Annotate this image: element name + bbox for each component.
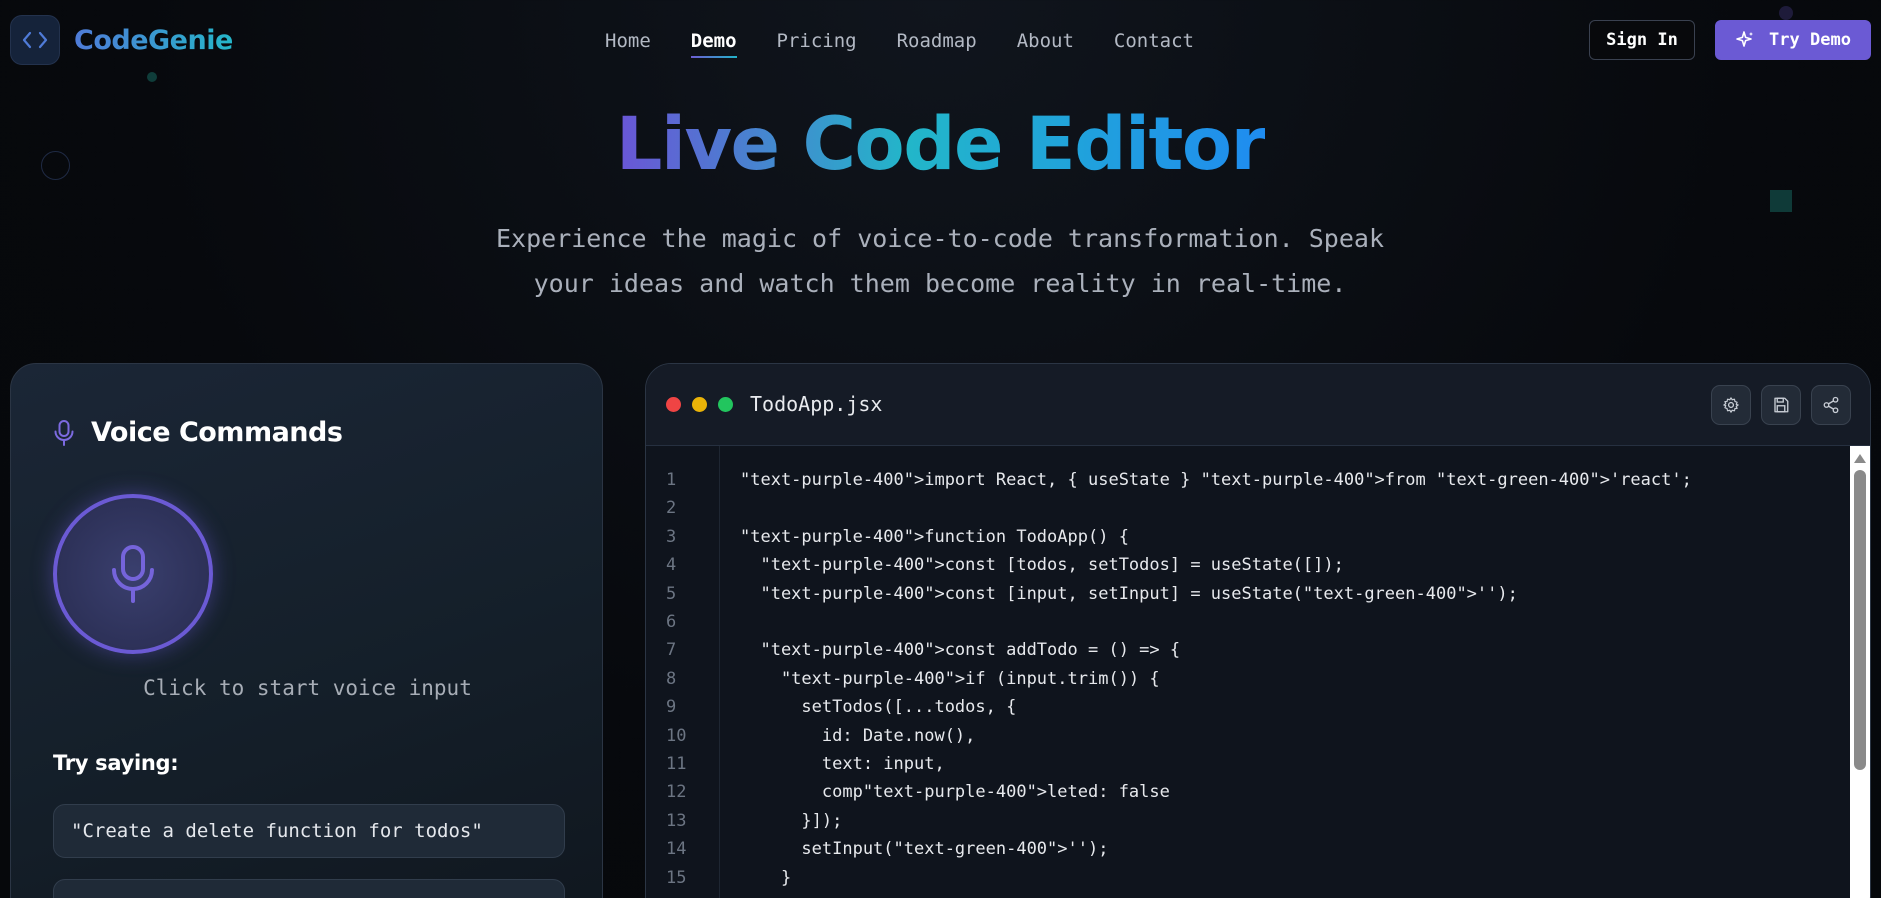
main-nav: Home Demo Pricing Roadmap About Contact (605, 30, 1194, 58)
line-number: 11 (666, 754, 687, 774)
decorative-dot (147, 72, 157, 82)
line-number: 7 (666, 640, 677, 661)
nav-item-contact[interactable]: Contact (1114, 30, 1194, 56)
line-number: 9 (666, 697, 677, 718)
code-line: text: input, (740, 754, 945, 774)
code-line: setInput("text-green-400">''); (740, 839, 1109, 860)
brand-name: CodeGenie (74, 24, 233, 56)
code-brackets-icon (10, 15, 60, 65)
nav-item-roadmap[interactable]: Roadmap (897, 30, 977, 56)
decorative-square (1770, 190, 1792, 212)
line-number: 1 (666, 470, 677, 490)
suggestion-item[interactable]: "Add a search input field" (53, 879, 565, 898)
nav-item-home[interactable]: Home (605, 30, 651, 56)
code-line: } (740, 867, 792, 888)
try-demo-label: Try Demo (1769, 30, 1851, 50)
page-title: Live Code Editor (615, 102, 1267, 187)
scrollbar-thumb[interactable] (1854, 470, 1866, 770)
code-editor-panel: TodoApp.jsx 1 2 3 4 5 6 7 8 9 10 11 12 13 14 (645, 363, 1871, 898)
code-line: "text-purple-400">function TodoApp() { (740, 526, 1129, 547)
voice-input-hint: Click to start voice input (143, 676, 472, 700)
suggestion-item[interactable]: "Create a delete function for todos" (53, 804, 565, 858)
nav-item-pricing[interactable]: Pricing (777, 30, 857, 56)
line-number: 3 (666, 526, 677, 547)
line-number: 6 (666, 612, 677, 632)
code-line: setTodos([...todos, { (740, 697, 1017, 718)
minimize-window-dot[interactable] (692, 397, 707, 412)
line-number: 15 (666, 867, 687, 888)
hero-subtitle-line: Experience the magic of voice-to-code tr… (495, 224, 1385, 253)
line-number: 14 (666, 839, 687, 860)
gear-icon (1723, 397, 1739, 413)
nav-item-about[interactable]: About (1017, 30, 1074, 56)
nav-item-demo[interactable]: Demo (690, 30, 737, 58)
line-number: 8 (666, 668, 677, 689)
editor-scrollbar[interactable] (1850, 446, 1870, 898)
line-number: 4 (666, 555, 677, 576)
try-demo-button[interactable]: Try Demo (1715, 20, 1871, 60)
try-saying-heading: Try saying: (53, 751, 179, 775)
voice-panel-title: Voice Commands (91, 417, 343, 448)
code-line: "text-purple-400">if (input.trim()) { (740, 668, 1160, 689)
close-window-dot[interactable] (666, 397, 681, 412)
code-line: "text-purple-400">const addTodo = () => … (740, 640, 1181, 661)
save-icon (1774, 397, 1789, 413)
code-line: "text-purple-400">const [todos, setTodos… (740, 555, 1344, 576)
start-voice-input-button[interactable] (53, 494, 213, 654)
line-number-gutter: 1 2 3 4 5 6 7 8 9 10 11 12 13 14 15 (646, 446, 720, 898)
voice-commands-panel: Voice Commands Click to start voice inpu… (10, 363, 603, 898)
decorative-dot (1779, 6, 1793, 20)
brand-logo[interactable]: CodeGenie (10, 15, 233, 65)
scroll-up-arrow-icon[interactable] (1854, 454, 1866, 463)
microphone-icon (112, 545, 154, 603)
share-button[interactable] (1811, 385, 1851, 425)
editor-filename: TodoApp.jsx (750, 392, 883, 416)
code-line: "text-purple-400">const [input, setInput… (740, 583, 1518, 604)
window-controls (666, 397, 733, 412)
line-number: 12 (666, 782, 687, 803)
share-icon (1823, 396, 1839, 414)
line-number: 13 (666, 810, 687, 831)
line-number: 5 (666, 583, 677, 604)
hero-subtitle: Experience the magic of voice-to-code tr… (440, 216, 1440, 306)
sign-in-button[interactable]: Sign In (1589, 20, 1695, 60)
save-button[interactable] (1761, 385, 1801, 425)
hero-subtitle-line: your ideas and watch them become reality… (533, 269, 1347, 298)
sparkles-icon (1736, 31, 1754, 47)
code-line: }]); (740, 810, 843, 831)
line-number: 10 (666, 725, 687, 746)
code-line: comp"text-purple-400">leted: false (740, 782, 1170, 803)
code-line: "text-purple-400">import React, { useSta… (740, 470, 1692, 490)
line-number: 2 (666, 498, 677, 519)
editor-title-bar: TodoApp.jsx (646, 364, 1870, 446)
voice-panel-header: Voice Commands (53, 417, 343, 448)
code-line: id: Date.now(), (740, 725, 976, 746)
maximize-window-dot[interactable] (718, 397, 733, 412)
settings-button[interactable] (1711, 385, 1751, 425)
microphone-icon (54, 419, 74, 446)
